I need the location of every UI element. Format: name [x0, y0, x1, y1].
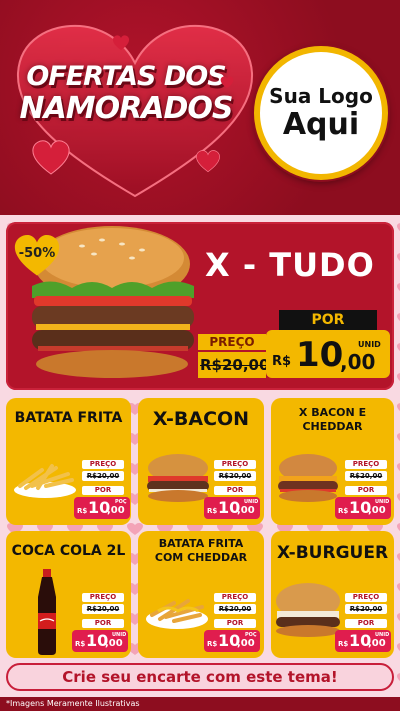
hero-preco-label: PREÇO — [198, 334, 266, 350]
logo-text-line-2: Aqui — [282, 107, 360, 142]
logo-text-line-1: Sua Logo — [269, 84, 373, 108]
card-price-dec: ,00 — [368, 505, 386, 516]
product-card: BATATA FRITA COM CHEDDAR PREÇO R$20,00 P… — [138, 531, 264, 658]
card-preco-label: PREÇO — [214, 593, 256, 602]
card-por-label: POR — [345, 486, 387, 495]
card-price-dec: ,00 — [368, 638, 386, 649]
burger-image — [147, 454, 209, 502]
card-currency: R$ — [207, 640, 218, 648]
card-price: R$ 10 ,00 UNID — [204, 497, 260, 519]
hero-price-dec: ,00 — [340, 350, 376, 374]
product-name: X-BURGUER — [276, 543, 389, 563]
page-title: OFERTAS DOS NAMORADOS — [6, 62, 246, 126]
create-flyer-button[interactable]: Crie seu encarte com este tema! — [6, 663, 394, 691]
disclaimer-text: *Imagens Meramente Ilustrativas — [6, 699, 140, 708]
card-currency: R$ — [338, 640, 349, 648]
card-old-price: R$20,00 — [82, 471, 124, 481]
burger-image — [278, 454, 338, 502]
fries-image — [14, 464, 76, 498]
card-preco-label: PREÇO — [82, 593, 124, 602]
heart-icon — [196, 150, 220, 173]
hero-por-label: POR — [279, 310, 377, 330]
card-preco-label: PREÇO — [82, 460, 124, 469]
product-name: BATATA FRITA — [14, 410, 123, 426]
card-unit: UNID — [375, 499, 390, 505]
card-price: R$ 10 ,00 POÇ — [204, 630, 260, 652]
card-por-label: POR — [214, 486, 256, 495]
product-card: X-BACON PREÇO R$20,00 POR R$ 10 ,00 UNID — [138, 398, 264, 525]
product-name: BATATA FRITA COM CHEDDAR — [154, 537, 248, 564]
product-card: COCA COLA 2L PREÇO R$20,00 POR R$ 10 ,00… — [6, 531, 131, 658]
hero-old-price: R$20,00 — [200, 356, 270, 374]
hero-currency: R$ — [272, 354, 292, 369]
card-currency: R$ — [77, 507, 88, 515]
card-price-dec: ,00 — [237, 505, 255, 516]
hero-price-int: 10 — [296, 335, 344, 375]
card-price-dec: ,00 — [237, 638, 255, 649]
burger-image — [276, 583, 340, 637]
card-price-dec: ,00 — [107, 505, 125, 516]
card-price: R$ 10 ,00 UNID — [72, 630, 128, 652]
hero-unit: UNID — [358, 340, 381, 349]
card-price: R$ 10 ,00 UNID — [335, 630, 391, 652]
product-card: X-BURGUER PREÇO R$20,00 POR R$ 10 ,00 UN… — [271, 531, 394, 658]
card-por-label: POR — [214, 619, 256, 628]
card-currency: R$ — [75, 640, 86, 648]
heart-icon — [220, 76, 234, 89]
card-unit: POÇ — [115, 499, 127, 505]
heart-icon — [112, 35, 130, 51]
card-old-price: R$20,00 — [82, 604, 124, 614]
card-price: R$ 10 ,00 POÇ — [74, 497, 130, 519]
card-old-price: R$20,00 — [214, 604, 256, 614]
title-line-2: NAMORADOS — [19, 91, 233, 126]
card-currency: R$ — [207, 507, 218, 515]
discount-text: -50% — [18, 246, 56, 261]
card-preco-label: PREÇO — [214, 460, 256, 469]
card-price-dec: ,00 — [105, 638, 123, 649]
card-por-label: POR — [82, 619, 124, 628]
header-banner: OFERTAS DOS NAMORADOS Sua Logo Aqui — [0, 0, 400, 215]
card-old-price: R$20,00 — [214, 471, 256, 481]
card-price: R$ 10 ,00 UNID — [335, 497, 391, 519]
card-old-price: R$20,00 — [345, 471, 387, 481]
card-unit: UNID — [244, 499, 259, 505]
logo-placeholder: Sua Logo Aqui — [254, 46, 388, 180]
card-unit: UNID — [375, 632, 390, 638]
product-name: X-BACON — [152, 408, 250, 430]
card-preco-label: PREÇO — [345, 460, 387, 469]
cheddar-fries-image — [146, 599, 208, 629]
discount-badge: -50% — [12, 234, 62, 278]
product-card: X BACON E CHEDDAR PREÇO R$20,00 POR R$ 1… — [271, 398, 394, 525]
card-unit: UNID — [112, 632, 127, 638]
card-old-price: R$20,00 — [345, 604, 387, 614]
card-preco-label: PREÇO — [345, 593, 387, 602]
hero-price: R$ 10 ,00 UNID — [266, 330, 390, 378]
card-por-label: POR — [82, 486, 124, 495]
product-name: X BACON E CHEDDAR — [298, 406, 367, 433]
product-card: BATATA FRITA PREÇO R$20,00 POR R$ 10 ,00… — [6, 398, 131, 525]
soda-bottle-image — [38, 569, 56, 655]
card-por-label: POR — [345, 619, 387, 628]
hero-product-name: X - TUDO — [205, 246, 375, 284]
card-unit: POÇ — [245, 632, 257, 638]
heart-icon — [32, 140, 70, 175]
title-line-1: OFERTAS DOS — [26, 61, 226, 92]
product-name: COCA COLA 2L — [11, 543, 126, 559]
card-currency: R$ — [338, 507, 349, 515]
hero-old-price-box: R$20,00 — [198, 352, 270, 378]
